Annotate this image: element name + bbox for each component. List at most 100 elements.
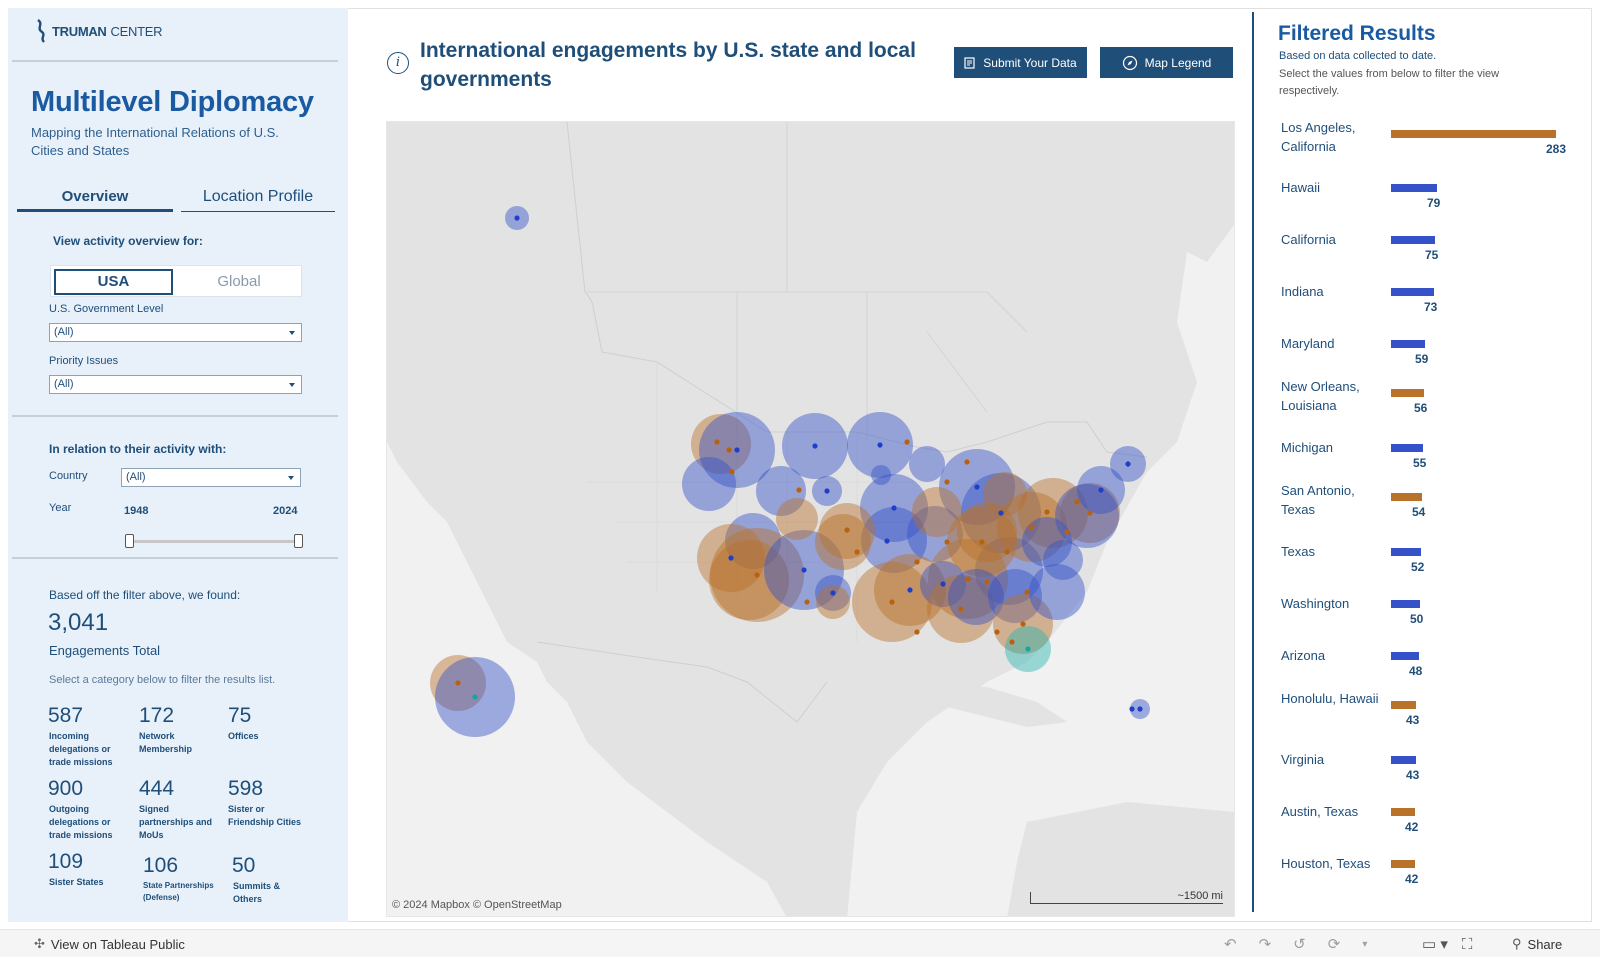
submit-data-button[interactable]: Submit Your Data: [954, 47, 1087, 78]
engagement-point[interactable]: [979, 539, 985, 545]
engagement-point[interactable]: [726, 447, 732, 453]
result-bar[interactable]: [1391, 130, 1556, 138]
engagement-point[interactable]: [514, 215, 520, 221]
engagement-point[interactable]: [734, 447, 740, 453]
tab-overview[interactable]: Overview: [17, 188, 173, 212]
engagement-point[interactable]: [904, 439, 910, 445]
result-bar[interactable]: [1391, 184, 1437, 192]
engagement-point[interactable]: [914, 559, 920, 565]
country-select[interactable]: (All): [121, 468, 301, 487]
engagement-point[interactable]: [877, 442, 883, 448]
engagement-point[interactable]: [1044, 509, 1050, 515]
engagement-bubble[interactable]: [776, 498, 818, 540]
result-row[interactable]: Honolulu, Hawaii 43: [1281, 689, 1581, 739]
engagement-point[interactable]: [1137, 706, 1143, 712]
engagement-point[interactable]: [965, 576, 971, 582]
result-bar[interactable]: [1391, 389, 1424, 397]
engagement-point[interactable]: [914, 629, 920, 635]
engagement-bubble[interactable]: [816, 585, 850, 619]
year-slider-min-handle[interactable]: [125, 534, 134, 548]
engagement-point[interactable]: [472, 694, 478, 700]
redo-icon[interactable]: ↷: [1259, 935, 1272, 953]
map-attribution[interactable]: © 2024 Mapbox © OpenStreetMap: [392, 899, 562, 911]
result-row[interactable]: Austin, Texas 42: [1281, 802, 1581, 852]
engagement-point[interactable]: [964, 459, 970, 465]
result-row[interactable]: Virginia 43: [1281, 750, 1581, 800]
refresh-icon[interactable]: ⟳: [1328, 935, 1341, 953]
engagement-point[interactable]: [1074, 499, 1080, 505]
engagement-point[interactable]: [729, 469, 735, 475]
engagement-point[interactable]: [958, 606, 964, 612]
truman-center-logo[interactable]: TRUMAN CENTER: [34, 18, 162, 44]
engagement-point[interactable]: [944, 539, 950, 545]
engagement-bubble[interactable]: [912, 487, 962, 537]
engagement-point[interactable]: [994, 629, 1000, 635]
result-row[interactable]: New Orleans, Louisiana 56: [1281, 377, 1581, 427]
engagement-point[interactable]: [998, 510, 1004, 516]
engagement-point[interactable]: [1125, 461, 1131, 467]
result-bar[interactable]: [1391, 600, 1420, 608]
engagement-point[interactable]: [801, 567, 807, 573]
engagement-point[interactable]: [844, 527, 850, 533]
share-button[interactable]: ⚲ Share: [1512, 936, 1562, 952]
engagement-point[interactable]: [907, 587, 913, 593]
result-bar[interactable]: [1391, 756, 1416, 764]
engagement-point[interactable]: [1064, 529, 1070, 535]
result-bar[interactable]: [1391, 548, 1421, 556]
engagement-point[interactable]: [728, 555, 734, 561]
engagement-point[interactable]: [830, 590, 836, 596]
engagement-point[interactable]: [984, 579, 990, 585]
result-row[interactable]: Los Angeles, California 283: [1281, 118, 1581, 168]
toggle-usa[interactable]: USA: [54, 269, 173, 295]
engagement-point[interactable]: [1009, 639, 1015, 645]
result-bar[interactable]: [1391, 236, 1435, 244]
result-bar[interactable]: [1391, 808, 1415, 816]
engagement-point[interactable]: [455, 680, 461, 686]
tab-location-profile[interactable]: Location Profile: [181, 188, 335, 212]
view-on-tableau-link[interactable]: ✣ View on Tableau Public: [34, 936, 185, 952]
undo-icon[interactable]: ↶: [1224, 935, 1237, 953]
result-bar[interactable]: [1391, 444, 1423, 452]
comment-icon[interactable]: ▭ ▾: [1422, 935, 1448, 953]
engagement-point[interactable]: [1004, 549, 1010, 555]
engagement-point[interactable]: [812, 443, 818, 449]
engagement-point[interactable]: [1087, 510, 1093, 516]
gov-level-select[interactable]: (All): [49, 323, 302, 342]
engagement-point[interactable]: [1025, 646, 1031, 652]
engagement-point[interactable]: [1020, 621, 1026, 627]
revert-icon[interactable]: ↺: [1293, 935, 1306, 953]
info-icon[interactable]: i: [387, 52, 409, 74]
result-bar[interactable]: [1391, 493, 1422, 501]
result-bar[interactable]: [1391, 652, 1419, 660]
engagement-point[interactable]: [944, 479, 950, 485]
result-bar[interactable]: [1391, 288, 1434, 296]
engagement-bubble[interactable]: [1043, 540, 1083, 580]
engagement-point[interactable]: [884, 538, 890, 544]
year-slider-max-handle[interactable]: [294, 534, 303, 548]
engagement-point[interactable]: [854, 549, 860, 555]
engagement-point[interactable]: [940, 581, 946, 587]
map-legend-button[interactable]: Map Legend: [1100, 47, 1233, 78]
priority-issues-select[interactable]: (All): [49, 375, 302, 394]
engagement-point[interactable]: [1024, 589, 1030, 595]
engagement-bubble[interactable]: [983, 472, 1027, 516]
engagement-point[interactable]: [796, 487, 802, 493]
chevron-down-icon[interactable]: ▾: [1362, 939, 1367, 950]
engagement-bubble[interactable]: [682, 457, 736, 511]
engagement-bubble[interactable]: [909, 446, 945, 482]
fullscreen-icon[interactable]: ⛶: [1462, 936, 1473, 953]
result-bar[interactable]: [1391, 340, 1425, 348]
engagement-point[interactable]: [1129, 706, 1135, 712]
result-row[interactable]: Houston, Texas 42: [1281, 854, 1581, 904]
engagement-point[interactable]: [804, 599, 810, 605]
engagement-point[interactable]: [714, 439, 720, 445]
engagement-point[interactable]: [889, 599, 895, 605]
result-row[interactable]: Indiana 73: [1281, 282, 1581, 332]
engagement-point[interactable]: [1029, 524, 1035, 530]
result-row[interactable]: California 75: [1281, 230, 1581, 280]
result-row[interactable]: Hawaii 79: [1281, 178, 1581, 228]
result-row[interactable]: Texas 52: [1281, 542, 1581, 592]
year-slider-track[interactable]: [129, 540, 301, 543]
result-bar[interactable]: [1391, 701, 1416, 709]
engagement-point[interactable]: [1098, 487, 1104, 493]
